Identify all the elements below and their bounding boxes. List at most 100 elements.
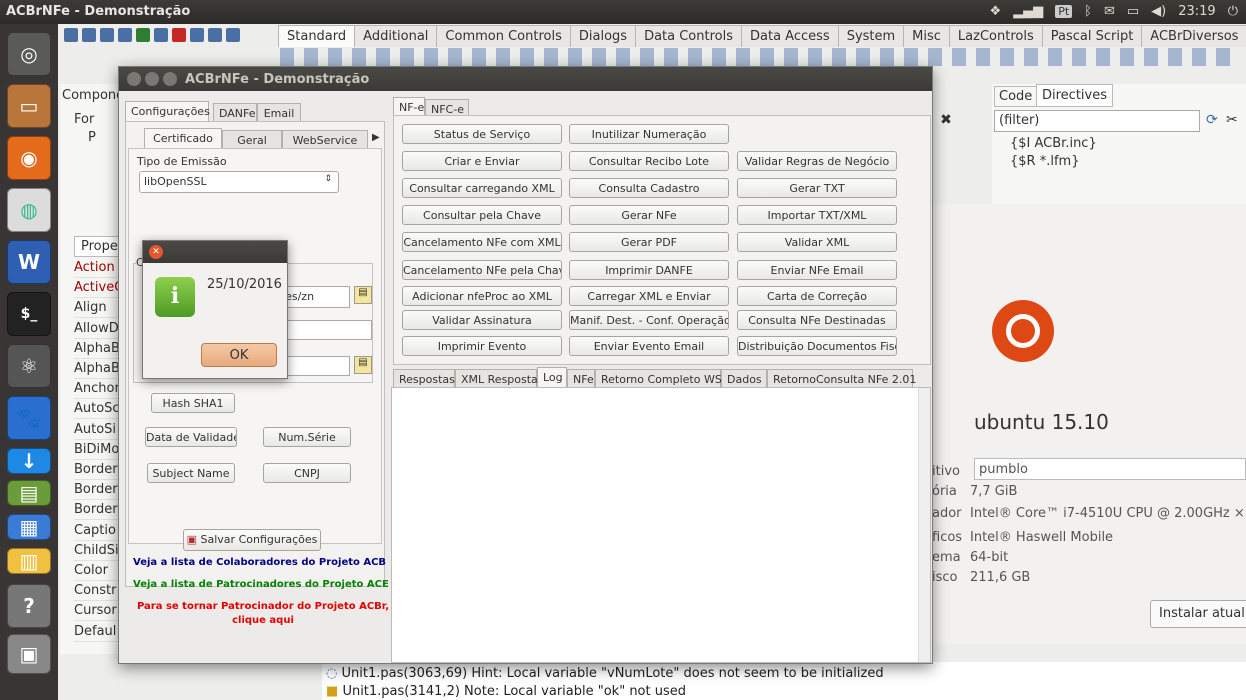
tab-lazcontrols[interactable]: LazControls — [948, 25, 1043, 47]
chrome-icon[interactable]: ◍ — [7, 188, 51, 232]
message-line[interactable]: ■ Unit1.pas(3141,2) Note: Local variable… — [326, 684, 686, 699]
nfe-action-button[interactable]: Inutilizar Numeração — [569, 124, 729, 144]
tipo-emissao-select[interactable]: libOpenSSL ⇕ — [139, 171, 339, 193]
property-row[interactable]: BiDiMo — [74, 440, 120, 460]
nfe-action-button[interactable]: Imprimir Evento — [402, 336, 562, 356]
nfe-action-button[interactable]: Gerar TXT — [737, 178, 897, 198]
property-row[interactable]: AutoSi — [74, 420, 120, 440]
property-row[interactable]: Defaul — [74, 622, 120, 642]
terminal-icon[interactable]: $_ — [7, 292, 51, 336]
nfe-action-button[interactable]: Adicionar nfeProc ao XML — [402, 286, 562, 306]
tab-additional[interactable]: Additional — [354, 25, 438, 47]
patrocinador-link[interactable]: Para se tornar Patrocinador do Projeto A… — [137, 601, 389, 612]
tab-pascal-script[interactable]: Pascal Script — [1041, 25, 1143, 47]
directive-item[interactable]: {$R *.lfm} — [1010, 154, 1079, 169]
nfe-action-button[interactable]: Gerar PDF — [569, 232, 729, 252]
select-certificate-icon[interactable]: ▤ — [354, 356, 372, 374]
property-row[interactable]: ChildSi — [74, 541, 120, 561]
component-icons-row[interactable] — [280, 48, 1240, 66]
app-icon-2[interactable]: ▦ — [7, 514, 51, 540]
property-row[interactable]: ActiveC — [74, 278, 120, 299]
nfe-action-button[interactable]: Consulta NFe Destinadas — [737, 310, 897, 330]
nfe-action-button[interactable]: Cancelamento NFe com XML — [402, 232, 562, 252]
property-row[interactable]: Captio — [74, 521, 120, 541]
property-row[interactable]: Action — [74, 258, 120, 278]
property-row[interactable]: Constr — [74, 581, 120, 602]
trash-icon[interactable]: ▣ — [7, 634, 51, 674]
property-row[interactable]: AlphaB — [74, 339, 120, 359]
nfe-action-button[interactable]: Carta de Correção — [737, 286, 897, 306]
nfe-action-button[interactable]: Status de Serviço — [402, 124, 562, 144]
patrocinadores-link[interactable]: Veja a lista de Patrocinadores do Projet… — [133, 579, 389, 590]
save-icon[interactable] — [100, 28, 114, 42]
nfe-action-button[interactable]: Importar TXT/XML — [737, 205, 897, 225]
close-dialog-icon[interactable]: ✕ — [149, 245, 163, 259]
property-row[interactable]: Align — [74, 298, 120, 319]
log-memo[interactable] — [391, 387, 931, 663]
tab-misc[interactable]: Misc — [903, 25, 950, 47]
pause-icon[interactable] — [154, 28, 168, 42]
keyboard-layout-indicator[interactable]: Pt — [1055, 5, 1073, 18]
nfe-action-button[interactable]: Validar Regras de Negócio — [737, 151, 897, 171]
power-icon[interactable]: ⏻ — [1228, 4, 1238, 19]
tab-log[interactable]: Log — [537, 367, 567, 389]
property-row[interactable]: AllowD — [74, 319, 120, 339]
step-out-icon[interactable] — [226, 28, 240, 42]
tab-configuracoes[interactable]: Configurações — [125, 101, 210, 123]
nfe-action-button[interactable]: Criar e Enviar — [402, 151, 562, 171]
property-row[interactable]: Border — [74, 480, 120, 501]
nfe-action-button[interactable]: Distribuição Documentos Fiscai — [737, 336, 897, 356]
volume-icon[interactable]: ◀) — [1151, 4, 1166, 19]
property-row[interactable]: AlphaB — [74, 359, 120, 379]
tab-nfe-xml[interactable]: NFe — [567, 369, 595, 389]
tab-standard[interactable]: Standard — [278, 25, 356, 47]
tab-dialogs[interactable]: Dialogs — [569, 25, 637, 47]
close-editor-icon[interactable]: ✖ — [932, 108, 960, 132]
window-titlebar[interactable]: ACBrNFe - Demonstração — [119, 67, 932, 91]
tab-dados[interactable]: Dados — [721, 369, 767, 389]
nfe-action-button[interactable]: Enviar Evento Email — [569, 336, 729, 356]
tab-xml-resposta[interactable]: XML Resposta — [455, 369, 538, 389]
nfe-action-button[interactable]: Gerar NFe — [569, 205, 729, 225]
property-row[interactable]: Anchor — [74, 379, 120, 400]
signal-icon[interactable]: ▂▄▆ — [1013, 4, 1043, 19]
run-icon[interactable] — [136, 28, 150, 42]
clique-aqui-link[interactable]: clique aqui — [137, 615, 389, 626]
directive-item[interactable]: {$I ACBr.inc} — [1010, 136, 1097, 151]
nfe-action-button[interactable]: Consultar pela Chave — [402, 205, 562, 225]
property-row[interactable]: Border — [74, 500, 120, 521]
nfe-action-button[interactable]: Enviar NFe Email — [737, 260, 897, 280]
lazarus-icon[interactable]: 🐾 — [7, 396, 51, 440]
dropbox-icon[interactable]: ❖ — [990, 4, 1002, 19]
tab-respostas[interactable]: Respostas — [393, 369, 455, 389]
ok-button[interactable]: OK — [201, 343, 277, 367]
nfe-action-button[interactable]: Consulta Cadastro — [569, 178, 729, 198]
tab-danfe[interactable]: DANFe — [213, 103, 257, 123]
tab-retorno-completo[interactable]: Retorno Completo WS — [595, 369, 722, 389]
tab-acbrdiversos[interactable]: ACBrDiversos — [1141, 25, 1246, 47]
refresh-icon[interactable]: ⟳ — [1206, 112, 1218, 128]
property-row[interactable]: Border — [74, 460, 120, 480]
app-icon-3[interactable]: ▥ — [7, 548, 51, 574]
step-icon[interactable] — [190, 28, 204, 42]
nfe-action-button[interactable]: Validar Assinatura — [402, 310, 562, 330]
nfe-action-button[interactable]: Imprimir DANFE — [569, 260, 729, 280]
tab-geral[interactable]: Geral — [222, 130, 282, 150]
subject-name-button[interactable]: Subject Name — [147, 463, 235, 483]
tools-icon[interactable]: ✂ — [1226, 112, 1238, 128]
tab-webservice[interactable]: WebService — [282, 130, 368, 150]
data-validade-button[interactable]: Data de Validade — [145, 427, 237, 447]
clock[interactable]: 23:19 — [1178, 4, 1215, 19]
tab-certificado[interactable]: Certificado — [144, 128, 222, 150]
files-icon[interactable]: ▭ — [7, 84, 51, 128]
cnpj-button[interactable]: CNPJ — [263, 463, 351, 483]
step-over-icon[interactable] — [208, 28, 222, 42]
minimize-window-icon[interactable] — [145, 72, 159, 86]
install-updates-button[interactable]: Instalar atualiz — [1150, 600, 1246, 628]
download-icon[interactable]: ↓ — [7, 448, 51, 474]
log-scrollbar[interactable] — [918, 388, 930, 662]
tab-code[interactable]: Code — [994, 86, 1038, 107]
dialog-titlebar[interactable]: ✕ — [143, 241, 287, 263]
nfe-action-button[interactable]: Consultar carregando XML — [402, 178, 562, 198]
tab-email[interactable]: Email — [257, 103, 301, 123]
